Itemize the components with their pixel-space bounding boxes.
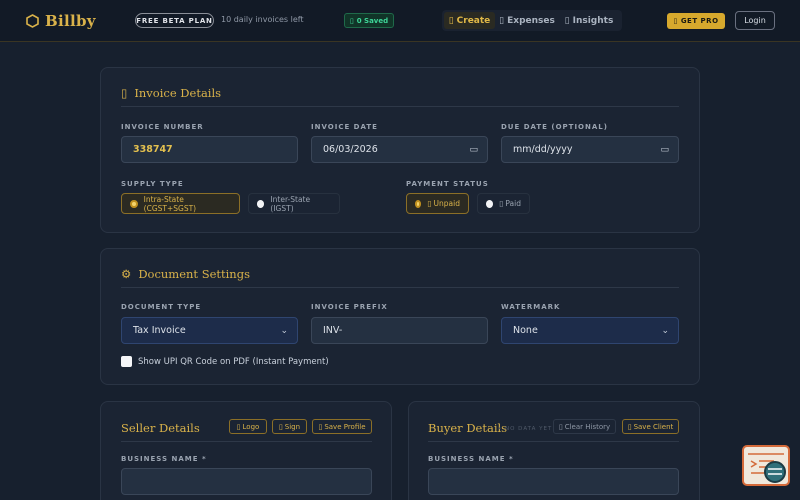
main-nav-tabs: ▯ Create ▯ Expenses ▯ Insights [442, 10, 622, 31]
tab-create[interactable]: ▯ Create [444, 12, 495, 29]
radio-dot [415, 199, 422, 208]
brand-logo[interactable]: Billby [26, 11, 96, 31]
radio-dot [486, 199, 494, 208]
clear-history-label: Clear History [564, 422, 611, 431]
supply-radio-intra-state[interactable]: Intra-State (CGST+SGST) [121, 193, 240, 214]
calendar-icon[interactable]: ▭ [469, 145, 478, 155]
saved-count-label: 0 Saved [356, 16, 389, 25]
tab-expenses-label: Expenses [507, 15, 555, 26]
document-type-value: Tax Invoice [133, 325, 186, 336]
save-icon: ▯ [349, 16, 354, 25]
invoice-number-label: INVOICE NUMBER [121, 123, 204, 131]
payment-paid-label: Paid [505, 199, 521, 208]
get-pro-button[interactable]: ▯ GET PRO [667, 13, 725, 29]
get-pro-label: GET PRO [680, 17, 719, 25]
watermark-select[interactable]: None ⌄ [501, 317, 679, 344]
trash-icon: ▯ [558, 422, 563, 431]
saved-count-badge[interactable]: ▯ 0 Saved [344, 13, 394, 28]
hexagon-icon [26, 14, 39, 28]
divider [428, 441, 679, 442]
due-date-label: DUE DATE (OPTIONAL) [501, 123, 608, 131]
edit-icon: ▯ [448, 15, 454, 26]
paid-icon: ▯ [499, 199, 504, 208]
tab-create-label: Create [456, 15, 491, 26]
payment-status-label: PAYMENT STATUS [406, 180, 489, 188]
sign-button-label: Sign [284, 422, 301, 431]
watermark-label: WATERMARK [501, 303, 561, 311]
divider [121, 106, 679, 107]
seller-business-name-input[interactable] [121, 468, 372, 495]
save-profile-label: Save Profile [324, 422, 366, 431]
save-icon: ▯ [627, 422, 632, 431]
invoice-date-label: INVOICE DATE [311, 123, 378, 131]
document-icon: ▯ [121, 86, 128, 100]
tab-insights[interactable]: ▯ Insights [561, 12, 617, 29]
upload-sign-button[interactable]: ▯ Sign [272, 419, 307, 434]
payment-unpaid-label: Unpaid [433, 199, 460, 208]
calendar-icon[interactable]: ▭ [660, 145, 669, 155]
invoice-date-input[interactable]: 06/03/2026 ▭ [311, 136, 488, 163]
due-date-input[interactable]: mm/dd/yyyy ▭ [501, 136, 679, 163]
tab-expenses[interactable]: ▯ Expenses [499, 12, 555, 29]
save-profile-button[interactable]: ▯ Save Profile [312, 419, 372, 434]
seller-details-title: Seller Details [121, 421, 200, 435]
document-type-select[interactable]: Tax Invoice ⌄ [121, 317, 298, 344]
buyer-business-name-label: BUSINESS NAME * [428, 455, 514, 463]
supply-type-label: SUPPLY TYPE [121, 180, 184, 188]
buyer-details-title: Buyer Details [428, 421, 508, 435]
invoice-number-input[interactable]: 338747 [121, 136, 298, 163]
crown-icon: ▯ [673, 17, 678, 25]
invoice-details-heading: Invoice Details [134, 86, 222, 100]
clear-history-button[interactable]: ▯ Clear History [553, 419, 616, 434]
image-icon: ▯ [236, 422, 241, 431]
divider [121, 287, 679, 288]
assistant-icon [748, 453, 786, 483]
daily-invoices-left: 10 daily invoices left [221, 15, 304, 24]
radio-dot [130, 199, 138, 208]
logo-button-label: Logo [242, 422, 260, 431]
signature-icon: ▯ [278, 422, 283, 431]
unpaid-icon: ▯ [427, 199, 432, 208]
supply-radio-inter-state[interactable]: Inter-State (IGST) [248, 193, 340, 214]
gear-icon: ⚙ [121, 267, 132, 281]
payment-radio-paid[interactable]: ▯ Paid [477, 193, 530, 214]
upi-qr-checkbox-label[interactable]: Show UPI QR Code on PDF (Instant Payment… [138, 357, 329, 367]
save-icon: ▯ [318, 422, 323, 431]
save-client-button[interactable]: ▯ Save Client [622, 419, 679, 434]
invoice-details-title: ▯ Invoice Details [121, 86, 221, 100]
login-button[interactable]: Login [735, 11, 775, 30]
no-data-indicator: • NO DATA YET [498, 426, 553, 432]
floating-helper-widget[interactable] [742, 445, 790, 486]
supply-inter-label: Inter-State (IGST) [270, 194, 311, 213]
tab-insights-label: Insights [572, 15, 614, 26]
divider [121, 441, 372, 442]
payment-radio-unpaid[interactable]: ▯ Unpaid [406, 193, 469, 214]
upi-qr-checkbox[interactable] [121, 356, 132, 367]
chevron-down-icon: ⌄ [661, 326, 669, 336]
upload-logo-button[interactable]: ▯ Logo [229, 419, 267, 434]
watermark-value: None [513, 325, 538, 336]
radio-dot [257, 199, 265, 208]
document-settings-heading: Document Settings [138, 267, 250, 281]
buyer-business-name-input[interactable] [428, 468, 679, 495]
chart-icon: ▯ [564, 15, 570, 26]
document-type-label: DOCUMENT TYPE [121, 303, 202, 311]
chevron-down-icon: ⌄ [280, 326, 288, 336]
brand-name: Billby [45, 12, 96, 30]
invoice-date-value: 06/03/2026 [323, 144, 378, 155]
supply-intra-label: Intra-State (CGST+SGST) [143, 194, 197, 213]
invoice-prefix-label: INVOICE PREFIX [311, 303, 388, 311]
wallet-icon: ▯ [499, 15, 505, 26]
beta-plan-badge: FREE BETA PLAN [135, 13, 214, 28]
invoice-prefix-input[interactable]: INV- [311, 317, 488, 344]
save-client-label: Save Client [633, 422, 674, 431]
due-date-placeholder: mm/dd/yyyy [513, 144, 573, 155]
navbar: Billby FREE BETA PLAN 10 daily invoices … [0, 0, 800, 42]
seller-business-name-label: BUSINESS NAME * [121, 455, 207, 463]
document-settings-title: ⚙ Document Settings [121, 267, 250, 281]
